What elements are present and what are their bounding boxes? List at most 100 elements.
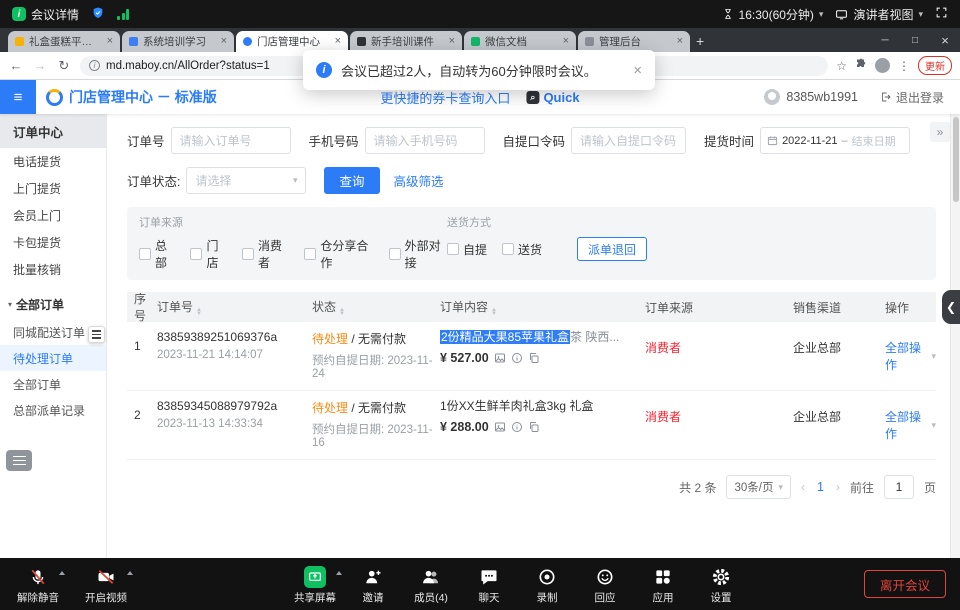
table-row[interactable]: 1 83859389251069376a 2023-11-21 14:14:07…	[127, 322, 936, 391]
page-size-select[interactable]: 30条/页 ▾	[726, 475, 791, 499]
page-scrollbar[interactable]	[950, 114, 960, 558]
checkbox-source-external[interactable]: 外部对接	[389, 237, 447, 271]
order-no-input[interactable]	[171, 127, 291, 154]
checkbox-delivery-deliver[interactable]: 送货	[502, 241, 542, 258]
expand-caret-icon[interactable]	[336, 571, 342, 575]
tab-close-icon[interactable]: ×	[677, 36, 683, 47]
header-content[interactable]: 订单内容▲▼	[440, 298, 645, 317]
extensions-icon[interactable]	[855, 58, 867, 73]
sidebar-group-all-orders[interactable]: ▾ 全部订单	[0, 289, 106, 319]
date-range-picker[interactable]: 2022-11-21 – 结束日期	[760, 127, 910, 154]
sidebar-item-batch-redeem[interactable]: 批量核销	[0, 256, 106, 283]
tab-close-icon[interactable]: ×	[335, 36, 341, 47]
sidebar-item-hq-dispatch-log[interactable]: 总部派单记录	[0, 397, 106, 423]
sidebar-drag-handle[interactable]	[88, 326, 105, 343]
sidebar-item-all-orders[interactable]: 全部订单	[0, 371, 106, 397]
start-video-button[interactable]: 开启视频	[78, 564, 134, 605]
new-tab-button[interactable]: +	[696, 33, 704, 49]
next-page-icon[interactable]: ›	[836, 480, 840, 494]
quick-link[interactable]: ⌕ Quick	[526, 90, 579, 105]
browser-tab[interactable]: 系统培训学习 ×	[122, 31, 234, 52]
sidebar-item-phone-pickup[interactable]: 电话提货	[0, 148, 106, 175]
sidebar-item-member-visit[interactable]: 会员上门	[0, 202, 106, 229]
security-shield-icon[interactable]	[91, 6, 105, 23]
browser-menu-icon[interactable]: ⋮	[898, 59, 910, 73]
checkbox-source-hq[interactable]: 总部	[139, 237, 175, 271]
sort-icon[interactable]: ▲▼	[339, 308, 345, 317]
prev-page-icon[interactable]: ‹	[801, 480, 805, 494]
sidebar-item-door-pickup[interactable]: 上门提货	[0, 175, 106, 202]
tab-close-icon[interactable]: ×	[221, 36, 227, 47]
sidebar-item-pending-orders[interactable]: 待处理订单	[0, 345, 106, 371]
copy-icon[interactable]	[528, 421, 540, 433]
leave-meeting-button[interactable]: 离开会议	[864, 570, 946, 598]
advanced-filter-link[interactable]: 高级筛选	[394, 171, 444, 190]
unmute-button[interactable]: 解除静音	[10, 564, 66, 605]
browser-tab[interactable]: 礼盒蛋糕平台管理中心 ×	[8, 31, 120, 52]
sort-icon[interactable]: ▲▼	[491, 308, 497, 317]
product-image-icon[interactable]	[494, 421, 506, 433]
current-page[interactable]: 1	[815, 480, 826, 494]
tab-close-icon[interactable]: ×	[107, 36, 113, 47]
user-menu[interactable]: 8385wb1991	[764, 89, 858, 105]
phone-input[interactable]	[365, 127, 485, 154]
chat-panel-handle[interactable]: ❮	[942, 290, 960, 324]
record-button[interactable]: 录制	[519, 564, 575, 605]
goto-page-input[interactable]	[884, 475, 914, 499]
close-icon[interactable]: ×	[930, 33, 960, 48]
site-info-icon[interactable]: i	[89, 60, 100, 71]
expand-caret-icon[interactable]	[59, 571, 65, 575]
detail-info-icon[interactable]	[511, 352, 523, 364]
apps-button[interactable]: 应用	[635, 564, 691, 605]
tab-close-icon[interactable]: ×	[449, 36, 455, 47]
members-button[interactable]: 成员(4)	[403, 564, 459, 605]
table-row[interactable]: 2 83859345088979792a 2023-11-13 14:33:34…	[127, 391, 936, 460]
logout-button[interactable]: 退出登录	[880, 89, 944, 106]
coupon-query-link[interactable]: 更快捷的券卡查询入口	[380, 88, 510, 107]
meeting-timer[interactable]: 16:30(60分钟) ▾	[722, 6, 824, 23]
view-mode-switcher[interactable]: 演讲者视图 ▾	[835, 6, 923, 23]
browser-update-button[interactable]: 更新	[918, 56, 952, 75]
forward-icon[interactable]: →	[32, 58, 48, 73]
fullscreen-icon[interactable]	[935, 6, 948, 22]
invite-button[interactable]: 邀请	[345, 564, 401, 605]
header-order-no[interactable]: 订单号▲▼	[157, 298, 312, 317]
detail-info-icon[interactable]	[511, 421, 523, 433]
minimize-icon[interactable]: ─	[870, 35, 900, 46]
order-status-select[interactable]: 请选择 ▾	[186, 167, 306, 194]
checkbox-source-consumer[interactable]: 消费者	[242, 237, 289, 271]
network-signal-icon[interactable]	[117, 9, 129, 20]
meeting-details-button[interactable]: i 会议详情	[12, 6, 79, 23]
tab-close-icon[interactable]: ×	[563, 36, 569, 47]
browser-tab[interactable]: 新手培训课件 ×	[350, 31, 462, 52]
chat-button[interactable]: 聊天	[461, 564, 517, 605]
search-button[interactable]: 查询	[324, 167, 379, 194]
toast-close-icon[interactable]: ×	[633, 62, 642, 79]
menu-toggle-button[interactable]: ≡	[0, 80, 36, 114]
browser-tab[interactable]: 管理后台 ×	[578, 31, 690, 52]
sort-icon[interactable]: ▲▼	[196, 308, 202, 317]
checkbox-source-store[interactable]: 门店	[190, 237, 226, 271]
product-image-icon[interactable]	[494, 352, 506, 364]
checkbox-delivery-pickup[interactable]: 自提	[447, 241, 487, 258]
sidebar-item-card-pickup[interactable]: 卡包提货	[0, 229, 106, 256]
copy-icon[interactable]	[528, 352, 540, 364]
settings-button[interactable]: 设置	[693, 564, 749, 605]
share-screen-button[interactable]: 共享屏幕	[287, 564, 343, 605]
reload-icon[interactable]: ↻	[56, 58, 72, 74]
back-icon[interactable]: ←	[8, 58, 24, 73]
floating-list-button[interactable]	[6, 450, 32, 471]
panel-collapse-chevrons[interactable]: »	[930, 122, 950, 142]
sidebar-section-order-center[interactable]: 订单中心	[0, 114, 106, 148]
maximize-icon[interactable]: □	[900, 35, 930, 46]
browser-tab-active[interactable]: 门店管理中心 ×	[236, 31, 348, 52]
all-actions-dropdown[interactable]: 全部操作▾	[885, 408, 936, 442]
reaction-button[interactable]: 回应	[577, 564, 633, 605]
browser-profile-avatar[interactable]	[875, 58, 890, 73]
browser-tab[interactable]: 微信文档 ×	[464, 31, 576, 52]
scrollbar-thumb[interactable]	[953, 117, 959, 202]
all-actions-dropdown[interactable]: 全部操作▾	[885, 339, 936, 373]
pickup-code-input[interactable]	[571, 127, 686, 154]
expand-caret-icon[interactable]	[127, 571, 133, 575]
header-status[interactable]: 状态▲▼	[312, 298, 440, 317]
